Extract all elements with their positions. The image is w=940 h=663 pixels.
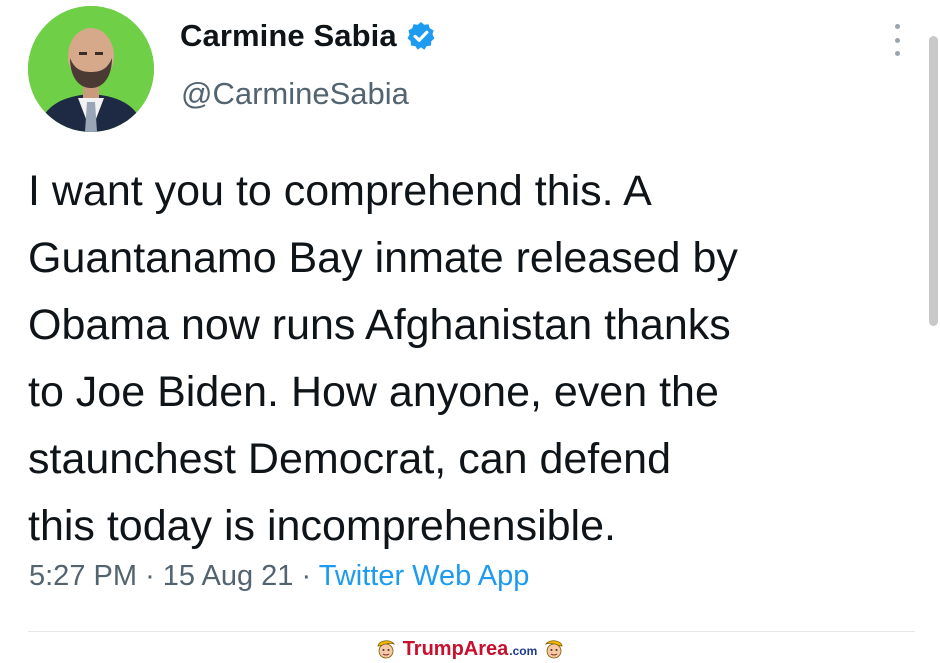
tweet-text-line: this today is incomprehensible. <box>28 502 616 550</box>
more-dot <box>894 37 900 43</box>
tweet-text: I want you to comprehend this. A Guantan… <box>28 158 908 560</box>
watermark-logo: TrumpArea .com <box>403 638 538 661</box>
tweet-meta: 5:27 PM · 15 Aug 21 · Twitter Web App <box>29 560 529 593</box>
more-options-icon[interactable] <box>886 22 908 58</box>
tweet-time[interactable]: 5:27 PM <box>29 560 137 592</box>
tweet-date[interactable]: 15 Aug 21 <box>163 560 294 592</box>
meta-separator: · <box>301 560 312 592</box>
avatar-photo <box>28 6 154 132</box>
watermark: TrumpArea .com <box>0 635 940 663</box>
more-dot <box>894 24 900 29</box>
author-name-row: Carmine Sabia <box>180 18 437 54</box>
divider <box>28 631 915 632</box>
more-dot <box>894 51 900 56</box>
watermark-tld: .com <box>509 643 538 658</box>
author-avatar[interactable] <box>28 6 154 132</box>
tweet-text-line: to Joe Biden. How anyone, even the <box>28 368 719 416</box>
scrollbar[interactable] <box>929 36 938 326</box>
author-name[interactable]: Carmine Sabia <box>180 18 397 54</box>
watermark-brand: TrumpArea <box>402 637 509 660</box>
tweet-text-line: Guantanamo Bay inmate released by <box>28 234 738 282</box>
tweet-text-line: I want you to comprehend this. A <box>28 167 652 215</box>
verified-badge-icon <box>407 22 435 50</box>
tweet-text-line: Obama now runs Afghanistan thanks <box>28 301 731 349</box>
tweet-source-link[interactable]: Twitter Web App <box>319 560 530 592</box>
tweet-text-line: staunchest Democrat, can defend <box>28 435 671 483</box>
trump-mascot-icon <box>377 640 395 659</box>
trump-mascot-icon <box>545 640 563 659</box>
meta-separator: · <box>145 560 155 592</box>
author-handle[interactable]: @CarmineSabia <box>181 76 409 112</box>
